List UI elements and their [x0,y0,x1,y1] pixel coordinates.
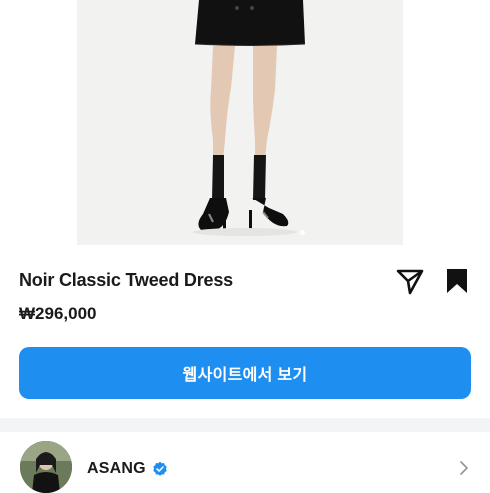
seller-name[interactable]: ASANG [87,460,146,478]
carousel-dot-active[interactable] [300,230,305,235]
verified-badge-icon [153,461,167,476]
bookmark-icon[interactable] [442,266,472,296]
view-website-button[interactable]: 웹사이트에서 보기 [19,347,471,399]
product-title: Noir Classic Tweed Dress [19,270,233,290]
product-image[interactable] [77,0,403,245]
send-icon[interactable] [395,266,425,296]
product-photo-illustration [193,0,306,236]
section-divider [0,418,490,432]
seller-info[interactable]: ASANG [87,459,168,479]
seller-avatar[interactable] [20,441,72,493]
chevron-right-icon[interactable] [456,460,472,476]
product-price: ₩296,000 [19,304,97,323]
